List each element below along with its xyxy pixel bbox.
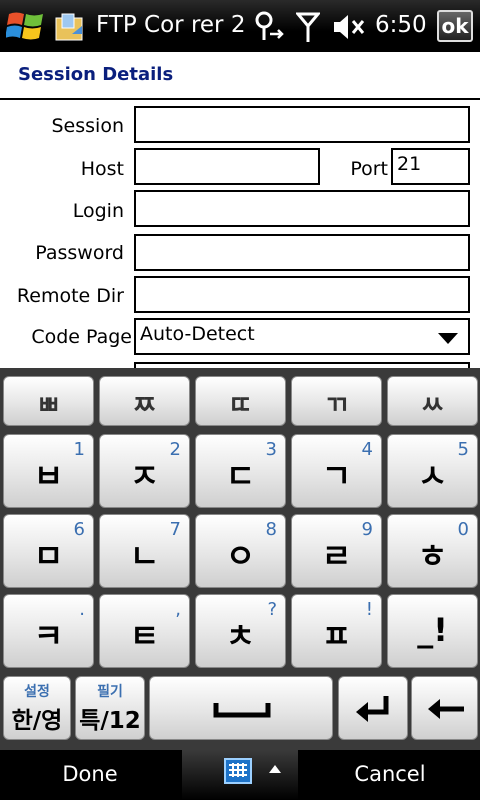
space-icon	[213, 703, 271, 718]
key-hieut[interactable]: ㅎ0	[387, 514, 478, 588]
signal-icon[interactable]	[296, 10, 320, 44]
status-bar: FTP Cor rer 2 6:50 ok	[0, 0, 480, 52]
login-label: Login	[72, 200, 124, 222]
code-page-value: Auto-Detect	[140, 323, 255, 345]
connectivity-icon[interactable]	[250, 10, 286, 44]
page-header: Session Details	[0, 52, 480, 100]
key-kieuk[interactable]: ㅋ.	[3, 594, 94, 668]
key-digeut[interactable]: ㄷ3	[195, 434, 286, 508]
port-input[interactable]: 21	[391, 148, 470, 185]
keyboard-icon	[224, 758, 252, 784]
caret-up-icon	[269, 765, 281, 773]
dropdown-arrow-icon	[438, 333, 458, 344]
input-panel-toggle[interactable]	[182, 750, 298, 800]
backspace-key[interactable]	[411, 676, 478, 740]
ok-button[interactable]: ok	[437, 10, 473, 42]
key-rieul[interactable]: ㄹ9	[291, 514, 382, 588]
backspace-arrow-icon	[428, 699, 464, 719]
key-giyeok[interactable]: ㄱ4	[291, 434, 382, 508]
remote-dir-label: Remote Dir	[16, 285, 124, 307]
key-punctuation[interactable]: _!	[387, 594, 478, 668]
key-ssanggiyeok[interactable]: ㄲ	[291, 376, 382, 426]
enter-icon	[356, 696, 389, 722]
key-ssangbieup[interactable]: ㅃ	[3, 376, 94, 426]
password-label: Password	[35, 242, 124, 264]
done-softkey[interactable]: Done	[0, 762, 180, 786]
login-input[interactable]	[134, 190, 470, 227]
key-jieut[interactable]: ㅈ2	[99, 434, 190, 508]
session-label: Session	[51, 115, 125, 137]
key-tieut[interactable]: ㅌ,	[99, 594, 190, 668]
key-nieun[interactable]: ㄴ7	[99, 514, 190, 588]
key-ssangjieut[interactable]: ㅉ	[99, 376, 190, 426]
remote-dir-input[interactable]	[134, 276, 470, 313]
windows-start-icon[interactable]	[6, 8, 46, 44]
cancel-softkey[interactable]: Cancel	[300, 762, 480, 786]
korean-keyboard: ㅃ ㅉ ㄸ ㄲ ㅆ ㅂ1 ㅈ2 ㄷ3 ㄱ4 ㅅ5 ㅁ6 ㄴ7 ㅇ8 ㄹ9 ㅎ0 …	[0, 368, 480, 750]
key-pieup[interactable]: ㅍ!	[291, 594, 382, 668]
session-input[interactable]	[134, 106, 470, 143]
key-ssangdigeut[interactable]: ㄸ	[195, 376, 286, 426]
page-title: Session Details	[18, 64, 174, 85]
app-folder-icon	[55, 13, 83, 41]
space-key[interactable]	[149, 676, 333, 740]
volume-muted-icon[interactable]	[332, 12, 366, 42]
window-title: FTP Cor rer 2	[96, 12, 246, 38]
port-label: Port	[350, 158, 388, 180]
key-siot[interactable]: ㅅ5	[387, 434, 478, 508]
key-ssangsiot[interactable]: ㅆ	[387, 376, 478, 426]
key-mieum[interactable]: ㅁ6	[3, 514, 94, 588]
clock[interactable]: 6:50	[375, 12, 427, 38]
password-input[interactable]	[134, 234, 470, 271]
enter-key[interactable]	[338, 676, 408, 740]
code-page-select[interactable]: Auto-Detect	[134, 318, 470, 355]
key-chieut[interactable]: ㅊ?	[195, 594, 286, 668]
key-ieung[interactable]: ㅇ8	[195, 514, 286, 588]
key-bieup[interactable]: ㅂ1	[3, 434, 94, 508]
host-input[interactable]	[134, 148, 320, 185]
host-label: Host	[80, 158, 124, 180]
symbol-toggle-key[interactable]: 필기 특/12	[75, 676, 145, 740]
softkey-bar: Done Cancel	[0, 750, 480, 800]
code-page-label: Code Page	[31, 326, 132, 348]
language-toggle-key[interactable]: 설정 한/영	[3, 676, 71, 740]
